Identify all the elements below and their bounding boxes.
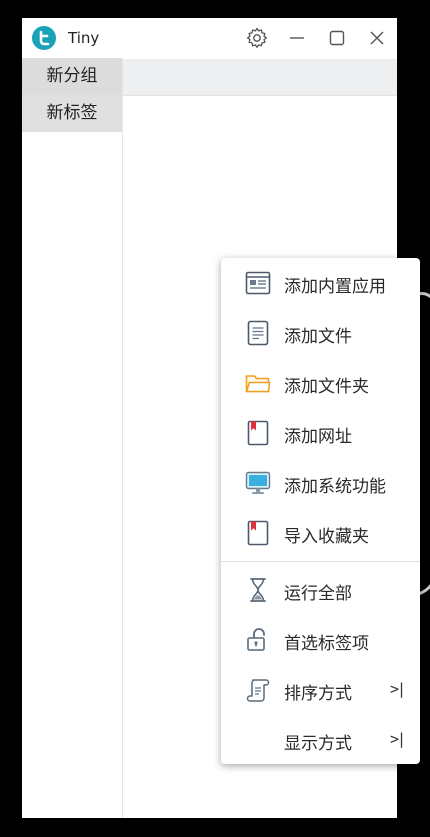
- menu-item-sort-by[interactable]: 排序方式 >|: [221, 665, 420, 715]
- scroll-icon: [246, 679, 270, 702]
- unlock-icon: [247, 628, 265, 651]
- settings-gear-icon[interactable]: [245, 26, 269, 50]
- menu-item-label: 添加网址: [284, 427, 352, 447]
- menu-item-label: 添加系统功能: [284, 477, 386, 497]
- menu-item-label: 首选标签项: [284, 634, 369, 654]
- menu-item-preferred-tab[interactable]: 首选标签项: [221, 615, 420, 665]
- menu-item-label: 排序方式: [284, 684, 352, 704]
- tab-header-bar: [123, 59, 397, 96]
- menu-item-add-folder[interactable]: 添加文件夹: [221, 358, 420, 408]
- group-item-new-tab[interactable]: 新标签: [22, 95, 122, 132]
- context-menu: 添加内置应用 添加文件 添加文件夹 添加网址 添加系统功能 导入收藏夹 运行全部…: [221, 258, 420, 764]
- menu-item-add-url[interactable]: 添加网址: [221, 408, 420, 458]
- menu-item-label: 导入收藏夹: [284, 527, 369, 547]
- menu-item-label: 运行全部: [284, 584, 352, 604]
- menu-item-add-system-function[interactable]: 添加系统功能: [221, 458, 420, 508]
- bookmark-import-icon: [247, 520, 269, 546]
- folder-icon: [245, 375, 271, 393]
- group-sidebar: 新分组 新标签: [22, 58, 123, 818]
- menu-item-label: 显示方式: [284, 734, 352, 754]
- app-logo-icon: [32, 26, 56, 50]
- bookmark-icon: [247, 420, 269, 446]
- monitor-icon: [245, 471, 271, 494]
- menu-separator: [221, 561, 420, 562]
- menu-item-label: 添加文件夹: [284, 377, 369, 397]
- menu-item-add-builtin-app[interactable]: 添加内置应用: [221, 258, 420, 308]
- minimize-icon[interactable]: [285, 26, 309, 50]
- menu-item-add-file[interactable]: 添加文件: [221, 308, 420, 358]
- close-icon[interactable]: [365, 26, 389, 50]
- menu-item-run-all[interactable]: 运行全部: [221, 565, 420, 615]
- file-icon: [247, 320, 269, 346]
- hourglass-icon: [250, 578, 266, 602]
- group-item-new-group[interactable]: 新分组: [22, 58, 122, 95]
- menu-item-display-mode[interactable]: 显示方式 >|: [221, 715, 420, 765]
- menu-item-import-favorites[interactable]: 导入收藏夹: [221, 508, 420, 558]
- submenu-arrow-icon: >|: [390, 680, 406, 698]
- app-title: Tiny: [68, 29, 100, 47]
- menu-item-label: 添加文件: [284, 327, 352, 347]
- menu-item-label: 添加内置应用: [284, 277, 386, 297]
- submenu-arrow-icon: >|: [390, 730, 406, 748]
- maximize-icon[interactable]: [325, 26, 349, 50]
- title-bar: Tiny: [22, 18, 397, 58]
- builtin-app-icon: [245, 271, 271, 295]
